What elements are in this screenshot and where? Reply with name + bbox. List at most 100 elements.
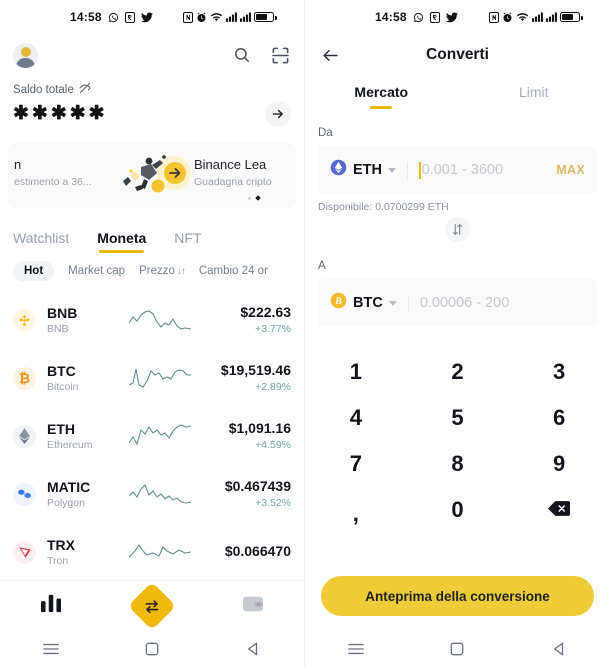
key-decimal-comma[interactable]: , bbox=[305, 487, 407, 533]
trade-nav[interactable] bbox=[124, 581, 180, 630]
balance-label-row: Saldo totale bbox=[13, 82, 291, 97]
wallet-nav[interactable] bbox=[225, 586, 281, 626]
wifi-icon bbox=[516, 12, 529, 23]
key-6[interactable]: 6 bbox=[508, 395, 610, 441]
key-1[interactable]: 1 bbox=[305, 349, 407, 395]
key-2[interactable]: 2 bbox=[407, 349, 509, 395]
search-icon[interactable] bbox=[231, 44, 253, 66]
swap-vertical-icon[interactable] bbox=[445, 217, 470, 242]
balance-amount: ✱✱✱✱✱ bbox=[13, 103, 108, 124]
tab-mercato[interactable]: Mercato bbox=[305, 84, 458, 109]
markets-nav[interactable] bbox=[23, 586, 79, 626]
trx-icon bbox=[13, 540, 36, 564]
key-3[interactable]: 3 bbox=[508, 349, 610, 395]
back-triangle-icon[interactable] bbox=[536, 637, 582, 661]
table-row[interactable]: ₿ BTC Bitcoin $19,519.46 +2.89% bbox=[0, 349, 304, 407]
key-7[interactable]: 7 bbox=[305, 441, 407, 487]
key-0[interactable]: 0 bbox=[407, 487, 509, 533]
signal-1-icon bbox=[532, 12, 543, 22]
coin-fullname: Polygon bbox=[47, 496, 85, 509]
arrow-right-icon[interactable] bbox=[265, 101, 291, 127]
coin-fullname: Ethereum bbox=[47, 438, 93, 451]
scan-icon[interactable] bbox=[269, 44, 291, 66]
menu-icon[interactable] bbox=[28, 637, 74, 661]
signal-2-icon bbox=[240, 12, 251, 22]
to-field[interactable]: B BTC 0.00006 - 200 bbox=[318, 279, 597, 327]
chip-hot[interactable]: Hot bbox=[13, 261, 55, 281]
battery-icon bbox=[254, 12, 277, 22]
promo-banner[interactable]: n estimento a 36... Binance Lea Guadagna… bbox=[8, 143, 296, 208]
key-5[interactable]: 5 bbox=[407, 395, 509, 441]
chip-prezzo[interactable]: Prezzo ↓↑ bbox=[139, 265, 186, 277]
home-square-icon[interactable] bbox=[434, 637, 480, 661]
coin-name-block: ETH Ethereum bbox=[47, 421, 125, 452]
coin-price: $19,519.46 bbox=[220, 362, 291, 378]
tab-watchlist[interactable]: Watchlist bbox=[13, 230, 69, 253]
table-row[interactable]: TRX Tron $0.066470 bbox=[0, 523, 304, 581]
preview-conversion-button[interactable]: Anteprima della conversione bbox=[321, 576, 594, 616]
app-icon bbox=[429, 11, 440, 23]
from-coin-selector[interactable]: ETH bbox=[330, 159, 396, 181]
banner-illustration-icon bbox=[111, 151, 201, 201]
status-time: 14:58 bbox=[70, 10, 102, 24]
key-4[interactable]: 4 bbox=[305, 395, 407, 441]
text-cursor bbox=[419, 161, 421, 179]
chip-market-cap[interactable]: Market cap bbox=[68, 265, 125, 277]
coin-price: $222.63 bbox=[240, 304, 291, 320]
bottom-navigation bbox=[0, 580, 304, 630]
balance-block: Saldo totale ✱✱✱✱✱ bbox=[0, 76, 304, 127]
svg-text:B: B bbox=[334, 296, 342, 307]
to-amount-placeholder: 0.00006 - 200 bbox=[419, 295, 510, 311]
dual-screenshot: 14:58 Saldo totale ✱✱✱✱✱ n estimento a 3… bbox=[0, 0, 610, 668]
avatar[interactable] bbox=[13, 42, 38, 68]
key-backspace[interactable] bbox=[508, 487, 610, 533]
coin-list: BNB BNB $222.63 +3.77% ₿ BTC Bitcoin $19… bbox=[0, 291, 304, 581]
swap-direction-wrap bbox=[318, 217, 597, 242]
chevron-down-icon[interactable] bbox=[388, 300, 397, 306]
banner-left-subtitle: estimento a 36... bbox=[14, 176, 92, 188]
to-amount-input[interactable]: 0.00006 - 200 bbox=[420, 295, 510, 311]
available-balance: Disponibile: 0.0700299 ETH bbox=[318, 201, 449, 213]
coin-change: +3.77% bbox=[255, 323, 291, 335]
eye-off-icon[interactable] bbox=[79, 82, 91, 97]
key-8[interactable]: 8 bbox=[407, 441, 509, 487]
from-amount-input[interactable]: 0.001 - 3600 bbox=[419, 161, 503, 179]
tab-moneta[interactable]: Moneta bbox=[97, 230, 146, 253]
chip-cambio-24h[interactable]: Cambio 24 or bbox=[199, 265, 268, 277]
sparkline-chart bbox=[129, 368, 191, 388]
content-tabs: Watchlist Moneta NFT bbox=[0, 208, 304, 253]
table-row[interactable]: BNB BNB $222.63 +3.77% bbox=[0, 291, 304, 349]
max-button[interactable]: MAX bbox=[556, 163, 585, 177]
table-row[interactable]: ETH Ethereum $1,091.16 +4.59% bbox=[0, 407, 304, 465]
left-screen-markets: 14:58 Saldo totale ✱✱✱✱✱ n estimento a 3… bbox=[0, 0, 305, 668]
filter-chips: Hot Market cap Prezzo ↓↑ Cambio 24 or bbox=[0, 253, 304, 281]
table-row[interactable]: MATIC Polygon $0.467439 +3.52% bbox=[0, 465, 304, 523]
status-time: 14:58 bbox=[375, 10, 407, 24]
nfc-icon bbox=[183, 11, 193, 23]
banner-right-card[interactable]: Binance Lea Guadagna cripto bbox=[194, 157, 296, 190]
cta-wrap: Anteprima della conversione bbox=[305, 576, 610, 616]
sparkline-chart bbox=[129, 544, 191, 558]
to-coin-selector[interactable]: B BTC bbox=[330, 292, 397, 314]
to-label: A bbox=[318, 260, 326, 272]
coin-change: +3.52% bbox=[255, 497, 291, 509]
twitter-icon bbox=[140, 11, 153, 23]
android-nav-left bbox=[0, 630, 304, 668]
header-actions bbox=[231, 44, 291, 66]
back-triangle-icon[interactable] bbox=[230, 637, 276, 661]
from-coin-symbol: ETH bbox=[353, 162, 382, 178]
key-9[interactable]: 9 bbox=[508, 441, 610, 487]
coin-symbol: BTC bbox=[47, 362, 76, 379]
chevron-down-icon[interactable] bbox=[388, 167, 396, 173]
whatsapp-icon bbox=[108, 12, 119, 23]
from-field[interactable]: ETH 0.001 - 3600 MAX bbox=[318, 146, 597, 194]
banner-left-card[interactable]: n estimento a 36... bbox=[14, 157, 114, 190]
home-square-icon[interactable] bbox=[129, 637, 175, 661]
menu-icon[interactable] bbox=[333, 637, 379, 661]
status-bar-right: 14:58 bbox=[305, 0, 610, 34]
banner-left-title: n bbox=[14, 157, 22, 172]
coin-symbol: MATIC bbox=[47, 478, 91, 495]
tab-nft[interactable]: NFT bbox=[174, 230, 201, 253]
tab-limit[interactable]: Limit bbox=[458, 84, 610, 109]
backspace-icon bbox=[548, 497, 571, 523]
